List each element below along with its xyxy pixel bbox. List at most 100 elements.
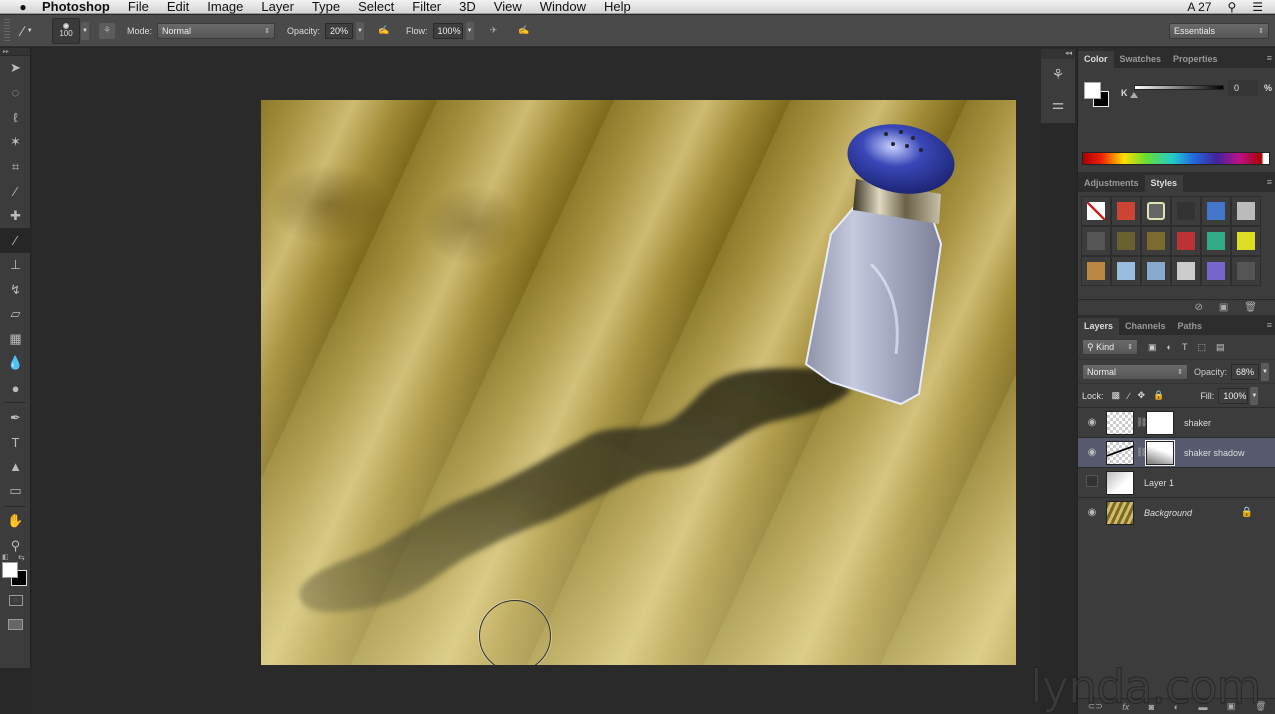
style-swatch[interactable] bbox=[1081, 196, 1111, 226]
layer-row[interactable]: ◉ Background 🔒 bbox=[1078, 497, 1275, 527]
filter-smart-object-icon[interactable]: ▤ bbox=[1216, 342, 1225, 353]
visibility-eye-icon[interactable]: ◉ bbox=[1078, 417, 1106, 428]
visibility-eye-icon[interactable]: ◉ bbox=[1078, 447, 1106, 458]
adobe-status[interactable]: A 27 bbox=[1187, 0, 1211, 14]
spotlight-search-icon[interactable]: ⚲ bbox=[1227, 0, 1236, 14]
style-swatch[interactable] bbox=[1231, 226, 1261, 256]
shape-tool[interactable]: ▭ bbox=[0, 479, 31, 504]
filter-pixel-icon[interactable]: ▣ bbox=[1148, 342, 1157, 353]
tab-properties[interactable]: Properties bbox=[1167, 51, 1224, 68]
delete-style-icon[interactable]: 🗑 bbox=[1244, 302, 1257, 313]
k-slider[interactable] bbox=[1134, 85, 1224, 90]
menu-help[interactable]: Help bbox=[604, 0, 631, 14]
magic-wand-tool[interactable]: ✶ bbox=[0, 130, 31, 155]
tab-swatches[interactable]: Swatches bbox=[1114, 51, 1168, 68]
brush-presets-icon[interactable]: ⚘ bbox=[1041, 59, 1075, 89]
fill-field[interactable]: 100% bbox=[1218, 387, 1249, 404]
pen-tool[interactable]: ✒ bbox=[0, 405, 31, 430]
style-swatch[interactable] bbox=[1171, 256, 1201, 286]
mode-select[interactable]: Normal ⇕ bbox=[157, 22, 276, 39]
layer-opacity-slider-toggle[interactable]: ▼ bbox=[1261, 362, 1270, 381]
blend-mode-select[interactable]: Normal ⇕ bbox=[1082, 363, 1188, 380]
brush-preset-picker[interactable]: 100 bbox=[52, 17, 80, 44]
lock-position-icon[interactable]: ✥ bbox=[1138, 390, 1146, 401]
menu-select[interactable]: Select bbox=[358, 0, 394, 14]
marquee-tool[interactable]: ◌ bbox=[0, 81, 31, 106]
lock-transparent-icon[interactable]: ▩ bbox=[1112, 390, 1121, 401]
opacity-field[interactable]: 20% bbox=[325, 22, 354, 39]
history-brush-tool[interactable]: ↯ bbox=[0, 277, 31, 302]
expand-panels-icon[interactable]: ◂◂ bbox=[1041, 49, 1075, 59]
style-swatch[interactable] bbox=[1081, 256, 1111, 286]
panel-menu-icon[interactable]: ≡ bbox=[1267, 320, 1272, 330]
menu-image[interactable]: Image bbox=[207, 0, 243, 14]
new-style-icon[interactable]: ▣ bbox=[1219, 302, 1228, 313]
style-swatch[interactable] bbox=[1081, 226, 1111, 256]
style-swatch[interactable] bbox=[1141, 196, 1171, 226]
eraser-tool[interactable]: ▱ bbox=[0, 302, 31, 327]
menu-3d[interactable]: 3D bbox=[459, 0, 476, 14]
layer-name[interactable]: Background bbox=[1144, 508, 1192, 518]
menu-layer[interactable]: Layer bbox=[261, 0, 294, 14]
tab-color[interactable]: Color bbox=[1078, 51, 1114, 68]
opacity-slider-toggle[interactable]: ▼ bbox=[356, 21, 365, 40]
layer-row[interactable]: Layer 1 bbox=[1078, 467, 1275, 497]
hand-tool[interactable]: ✋ bbox=[0, 509, 31, 534]
lasso-tool[interactable]: ℓ bbox=[0, 105, 31, 130]
quick-mask-button[interactable]: ◌ bbox=[0, 588, 31, 613]
swap-colors-icon[interactable]: ⇆ bbox=[18, 553, 25, 562]
menu-window[interactable]: Window bbox=[540, 0, 586, 14]
color-ramp[interactable] bbox=[1082, 152, 1270, 165]
layer-name[interactable]: Layer 1 bbox=[1144, 478, 1174, 488]
style-swatch[interactable] bbox=[1111, 226, 1141, 256]
brush-preset-dropdown[interactable]: ▼ bbox=[81, 21, 89, 40]
style-swatch[interactable] bbox=[1201, 226, 1231, 256]
style-swatch[interactable] bbox=[1141, 256, 1171, 286]
layer-name[interactable]: shaker bbox=[1184, 418, 1211, 428]
layer-name[interactable]: shaker shadow bbox=[1184, 448, 1245, 458]
lock-all-icon[interactable]: 🔒 bbox=[1153, 390, 1164, 401]
pressure-opacity-icon[interactable]: ✍ bbox=[374, 21, 394, 41]
filter-type-icon[interactable]: T bbox=[1182, 342, 1188, 352]
style-swatch[interactable] bbox=[1231, 196, 1261, 226]
move-tool[interactable]: ➤ bbox=[0, 56, 31, 81]
panel-menu-icon[interactable]: ≡ bbox=[1267, 177, 1272, 187]
brush-settings-icon[interactable]: ⚌ bbox=[1041, 89, 1075, 119]
lock-image-icon[interactable]: ∕ bbox=[1128, 391, 1130, 401]
pressure-size-icon[interactable]: ✍ bbox=[514, 21, 534, 41]
menu-view[interactable]: View bbox=[494, 0, 522, 14]
clone-stamp-tool[interactable]: ⊥ bbox=[0, 253, 31, 278]
mask-link-icon[interactable]: ⛓ bbox=[1136, 417, 1147, 428]
crop-tool[interactable]: ⌗ bbox=[0, 154, 31, 179]
style-swatch[interactable] bbox=[1111, 196, 1141, 226]
tools-panel-collapse[interactable]: ▸▸ bbox=[0, 48, 30, 56]
layer-mask-thumbnail[interactable] bbox=[1146, 410, 1174, 435]
eyedropper-tool[interactable]: ⁄ bbox=[0, 179, 31, 204]
clear-style-icon[interactable]: ⊘ bbox=[1194, 302, 1202, 313]
foreground-color[interactable] bbox=[2, 561, 18, 578]
style-swatch[interactable] bbox=[1141, 226, 1171, 256]
default-colors-icon[interactable]: ◧ bbox=[2, 553, 9, 561]
k-slider-thumb[interactable] bbox=[1130, 92, 1138, 98]
healing-brush-tool[interactable]: ✚ bbox=[0, 204, 31, 229]
visibility-eye-icon[interactable]: ◉ bbox=[1078, 507, 1106, 518]
tab-channels[interactable]: Channels bbox=[1119, 318, 1172, 335]
mask-link-icon[interactable]: ⛓ bbox=[1136, 447, 1147, 458]
menu-type[interactable]: Type bbox=[312, 0, 340, 14]
k-value-field[interactable]: 0 bbox=[1228, 80, 1258, 96]
style-swatch[interactable] bbox=[1111, 256, 1141, 286]
style-swatch[interactable] bbox=[1171, 226, 1201, 256]
tab-paths[interactable]: Paths bbox=[1172, 318, 1209, 335]
app-menu[interactable]: Photoshop bbox=[42, 0, 110, 14]
tool-preset-picker[interactable]: ∕ ▼ bbox=[10, 19, 44, 43]
color-swatches[interactable]: ◧ ⇆ bbox=[0, 553, 31, 588]
style-swatch[interactable] bbox=[1201, 256, 1231, 286]
layer-mask-thumbnail[interactable] bbox=[1145, 439, 1175, 466]
filter-kind-select[interactable]: ⚲ Kind ⇕ bbox=[1082, 339, 1138, 355]
tab-layers[interactable]: Layers bbox=[1078, 318, 1120, 335]
style-swatch[interactable] bbox=[1171, 196, 1201, 226]
document-canvas[interactable] bbox=[261, 100, 1016, 665]
flow-field[interactable]: 100% bbox=[432, 22, 463, 39]
dodge-tool[interactable]: ● bbox=[0, 376, 31, 401]
path-selection-tool[interactable]: ▲ bbox=[0, 455, 31, 480]
